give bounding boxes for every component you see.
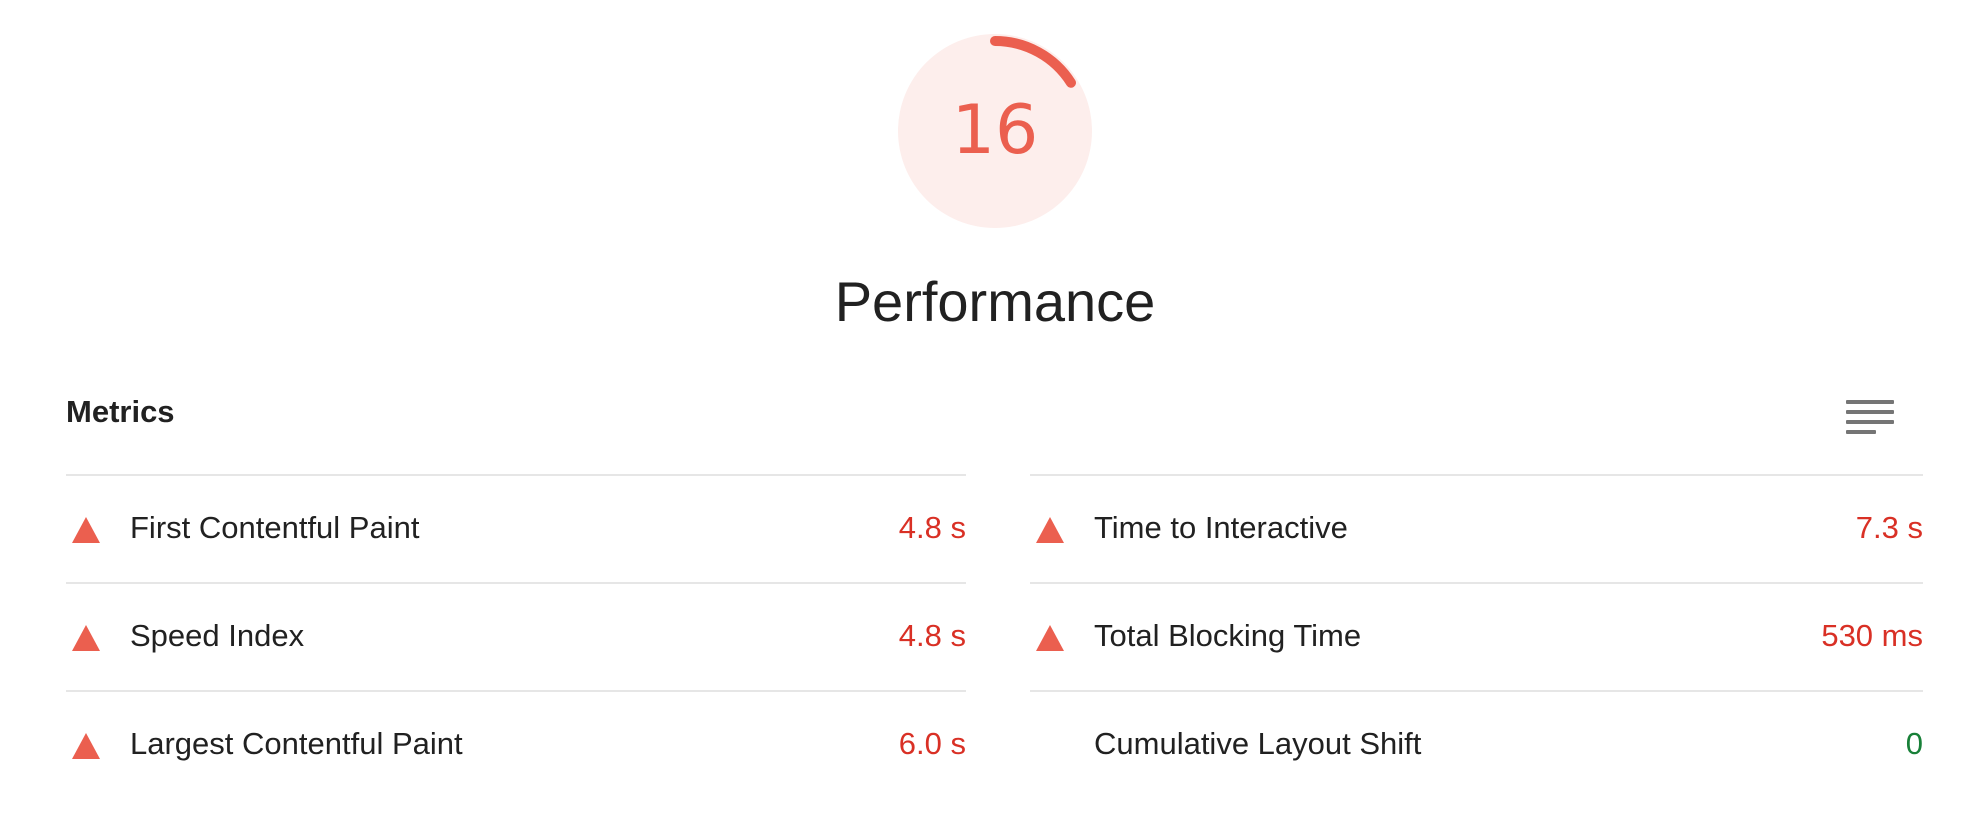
- metrics-view-toggle-button[interactable]: [1836, 392, 1906, 444]
- metric-first-contentful-paint[interactable]: First Contentful Paint 4.8 s: [66, 474, 966, 582]
- fail-triangle-icon: [72, 517, 100, 543]
- metric-value: 4.8 s: [898, 618, 966, 653]
- metrics-column-left: First Contentful Paint 4.8 s Speed Index…: [66, 474, 966, 798]
- metric-label: Time to Interactive: [1094, 510, 1348, 545]
- metrics-column-right: Time to Interactive 7.3 s Total Blocking…: [1030, 474, 1923, 798]
- fail-triangle-icon: [72, 733, 100, 759]
- metric-label: Total Blocking Time: [1094, 618, 1362, 653]
- metric-cumulative-layout-shift[interactable]: Cumulative Layout Shift 0: [1030, 690, 1923, 798]
- metric-value: 4.8 s: [898, 510, 966, 545]
- fail-triangle-icon: [72, 625, 100, 651]
- fail-triangle-icon: [1036, 625, 1064, 651]
- metric-label: First Contentful Paint: [130, 510, 420, 545]
- fail-triangle-icon: [1036, 517, 1064, 543]
- metric-largest-contentful-paint[interactable]: Largest Contentful Paint 6.0 s: [66, 690, 966, 798]
- metric-speed-index[interactable]: Speed Index 4.8 s: [66, 582, 966, 690]
- metric-value: 530 ms: [1821, 618, 1923, 653]
- metrics-header: Metrics: [66, 394, 175, 429]
- metric-label: Cumulative Layout Shift: [1094, 726, 1422, 761]
- category-title: Performance: [834, 270, 1156, 333]
- metric-total-blocking-time[interactable]: Total Blocking Time 530 ms: [1030, 582, 1923, 690]
- metric-label: Largest Contentful Paint: [130, 726, 463, 761]
- performance-gauge[interactable]: 16: [898, 34, 1092, 228]
- metric-label: Speed Index: [130, 618, 305, 653]
- gauge-score: 16: [951, 91, 1039, 170]
- metric-time-to-interactive[interactable]: Time to Interactive 7.3 s: [1030, 474, 1923, 582]
- metric-value: 0: [1905, 726, 1923, 761]
- metric-value: 7.3 s: [1855, 510, 1923, 545]
- metric-value: 6.0 s: [898, 726, 966, 761]
